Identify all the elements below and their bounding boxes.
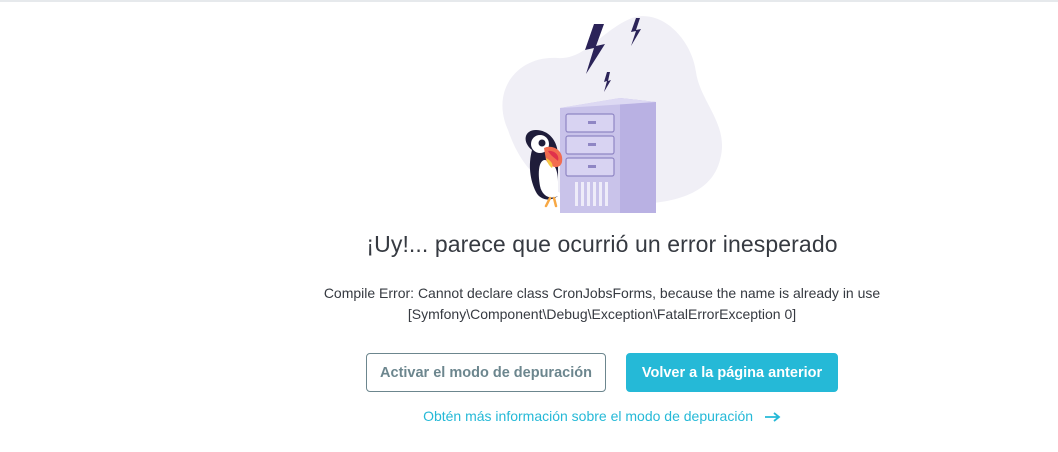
error-message: Compile Error: Cannot declare class Cron… <box>0 283 1058 325</box>
error-page: ¡Uy!... parece que ocurrió un error ines… <box>0 0 1058 452</box>
error-message-line: Compile Error: Cannot declare class Cron… <box>323 285 881 301</box>
server-icon <box>560 98 656 213</box>
error-exception-line: [Symfony\Component\Debug\Exception\Fatal… <box>407 306 797 322</box>
arrow-right-icon <box>764 412 781 422</box>
back-to-previous-page-button[interactable]: Volver a la página anterior <box>626 353 838 392</box>
server-error-illustration <box>502 16 723 213</box>
enable-debug-mode-button[interactable]: Activar el modo de depuración <box>366 353 606 392</box>
learn-more-debug-link-label[interactable]: Obtén más información sobre el modo de d… <box>423 408 753 424</box>
learn-more-debug-link[interactable]: Obtén más información sobre el modo de d… <box>0 408 1058 424</box>
page-title: ¡Uy!... parece que ocurrió un error ines… <box>366 231 838 257</box>
